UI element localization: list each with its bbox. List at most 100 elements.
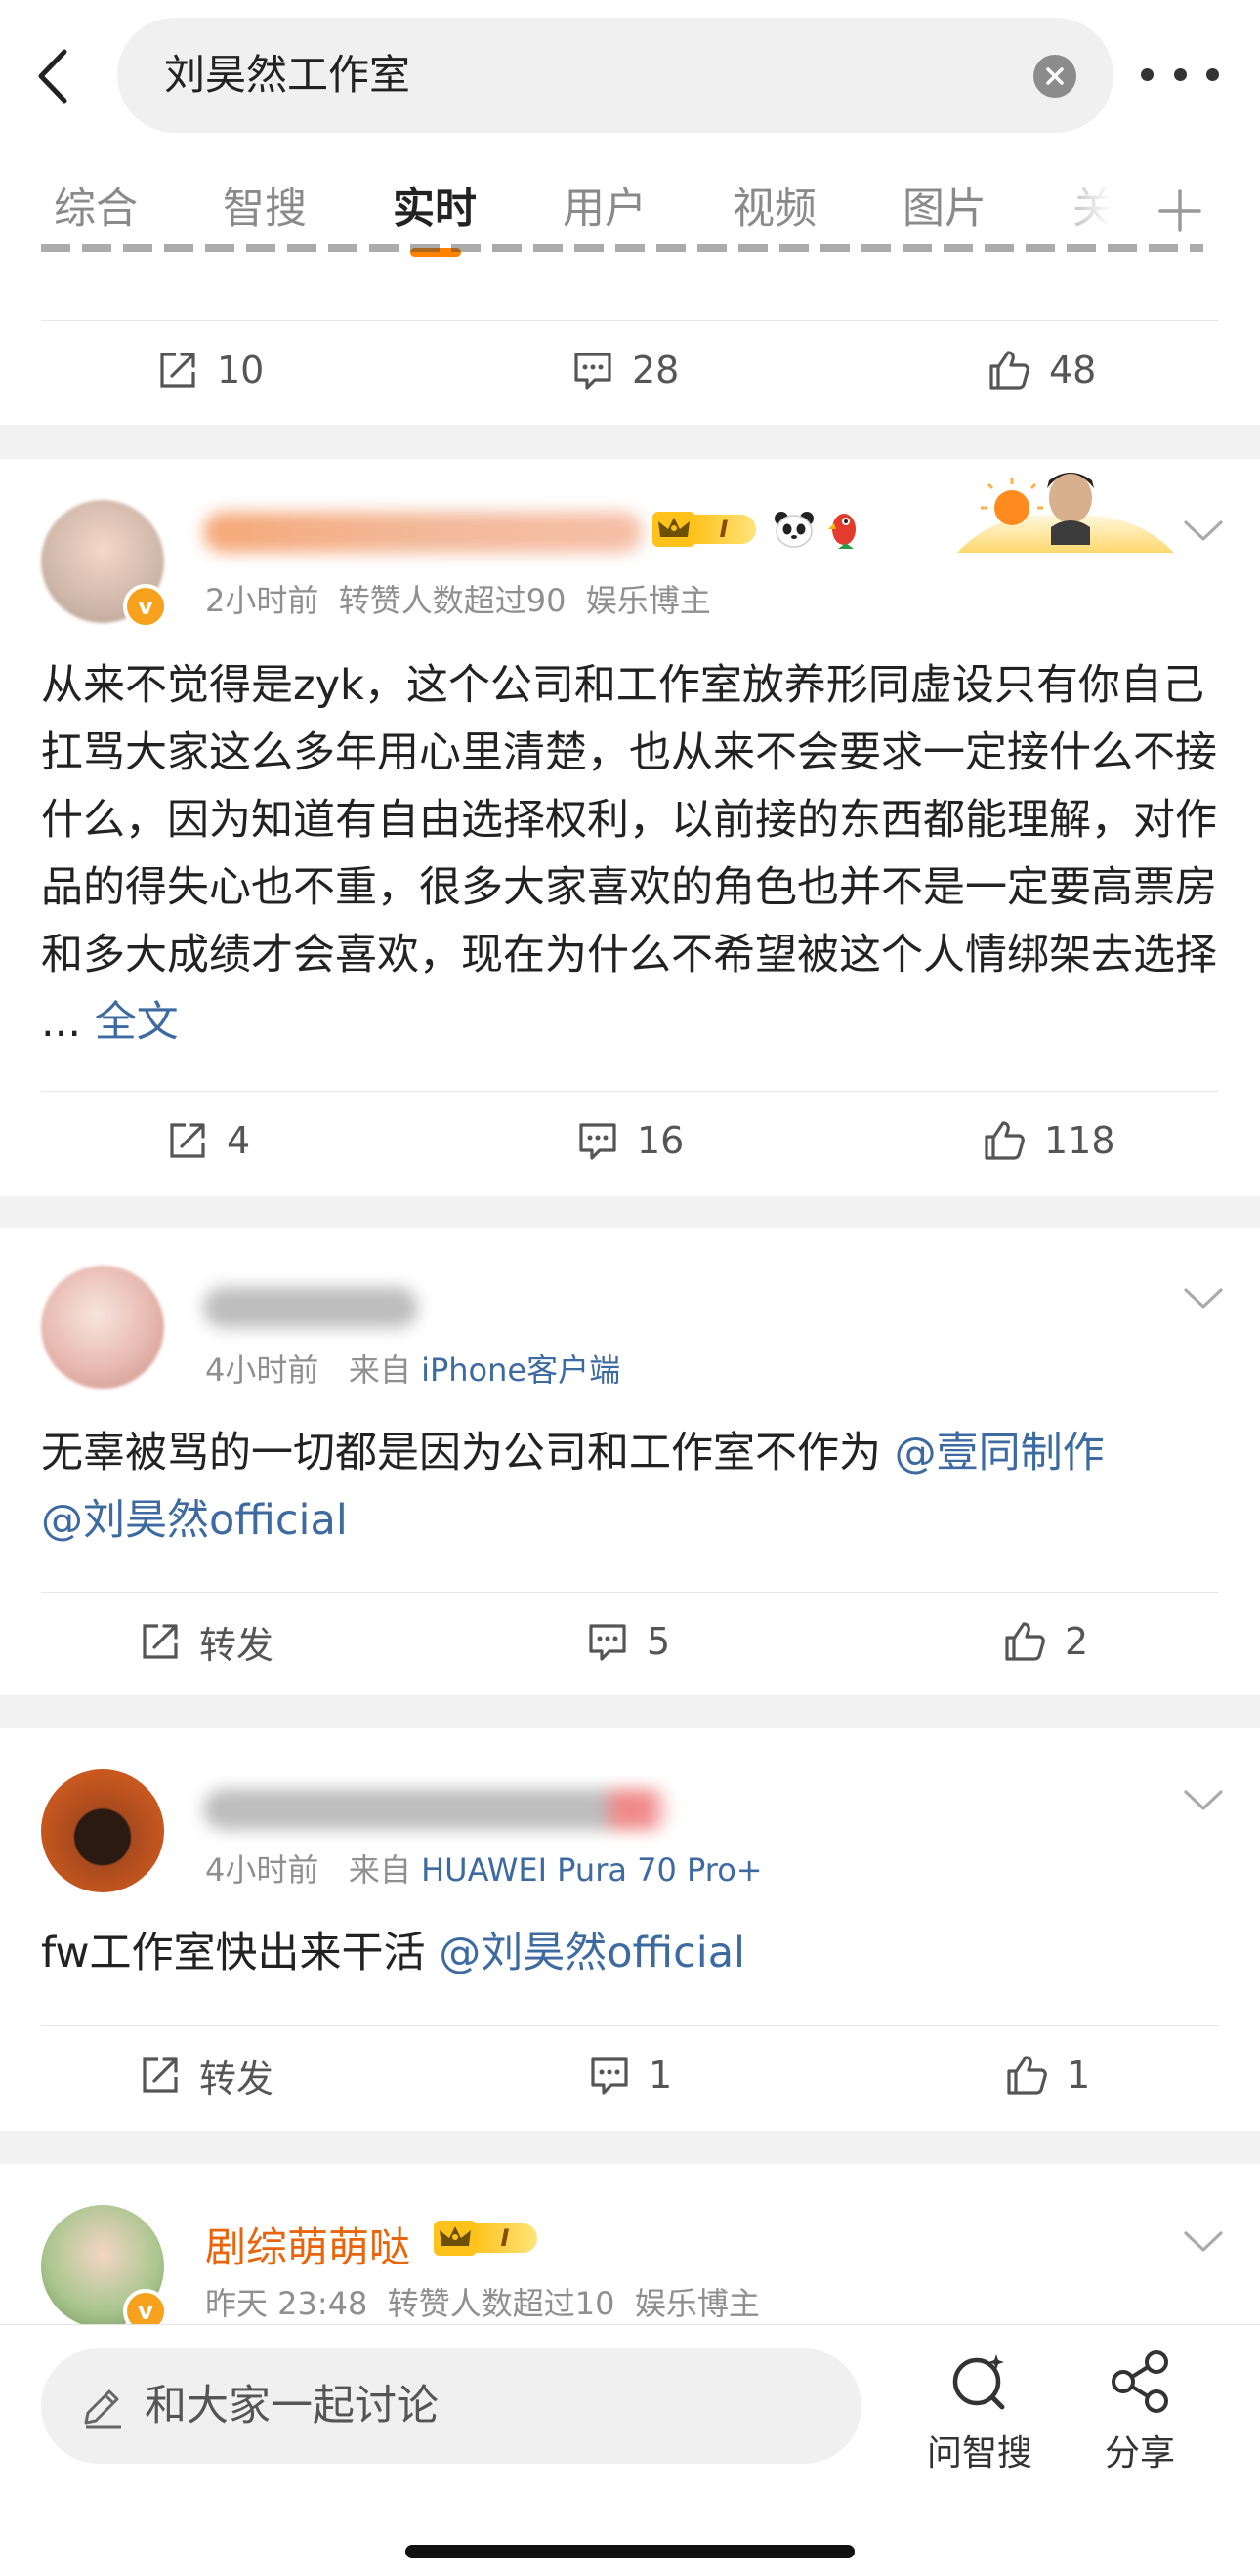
- chevron-down-icon: [1184, 1790, 1223, 1810]
- post-menu-button[interactable]: [1182, 518, 1225, 545]
- repost-label: 转发: [199, 2057, 274, 2100]
- more-button[interactable]: [1141, 55, 1219, 94]
- repost-icon: [143, 2057, 178, 2093]
- like-button[interactable]: 1: [1004, 2021, 1090, 2129]
- thumbs-up-icon: [1005, 1622, 1045, 1661]
- add-tab-button[interactable]: [1153, 184, 1207, 238]
- like-count: 118: [1044, 1119, 1115, 1162]
- post-time: 4小时前: [205, 1851, 319, 1889]
- tab-smart-search[interactable]: 智搜: [223, 180, 307, 238]
- like-button[interactable]: 48: [987, 316, 1096, 424]
- post-source[interactable]: HUAWEI Pura 70 Pro+: [421, 1851, 763, 1889]
- post-source[interactable]: iPhone客户端: [421, 1351, 620, 1389]
- post-actions: 转发 1 1: [0, 2021, 1260, 2129]
- post-menu-button[interactable]: [1182, 1285, 1225, 1312]
- tab-realtime[interactable]: 实时: [393, 180, 477, 238]
- blurred-username[interactable]: [203, 512, 643, 553]
- mention-link[interactable]: @壹同制作: [895, 1429, 1105, 1477]
- comment-count: 16: [637, 1119, 685, 1162]
- vip-badge: I: [652, 512, 756, 547]
- search-query[interactable]: 刘昊然工作室: [164, 18, 410, 133]
- blurred-username[interactable]: [203, 1287, 418, 1328]
- comment-icon: [574, 353, 611, 390]
- back-arrow-icon: [38, 49, 67, 104]
- tab-users[interactable]: 用户: [563, 180, 647, 238]
- comment-count: 5: [647, 1620, 671, 1663]
- discussion-placeholder: 和大家一起讨论: [145, 2382, 439, 2431]
- repost-like-info: 转赞人数超过90: [338, 582, 567, 619]
- post-menu-button[interactable]: [1182, 1787, 1225, 1814]
- parrot-icon: [824, 508, 861, 551]
- more-dot-icon: [1141, 67, 1154, 81]
- smart-search-icon: [952, 2354, 1005, 2410]
- repost-button[interactable]: 10: [156, 316, 264, 424]
- tab-videos[interactable]: 视频: [733, 180, 817, 238]
- blurred-username[interactable]: [203, 1789, 672, 1830]
- mention-link[interactable]: @刘昊然official: [439, 1929, 745, 1977]
- chevron-down-icon: [1184, 2231, 1223, 2252]
- comment-button[interactable]: 1: [588, 2021, 672, 2129]
- post-menu-button[interactable]: [1182, 2228, 1225, 2256]
- home-indicator[interactable]: [405, 2545, 855, 2558]
- post-meta: 昨天 23:48 转赞人数超过10 娱乐博主: [205, 2279, 760, 2324]
- post-text: 从来不觉得是zyk，这个公司和工作室放养形同虚设只有你自己扛骂大家这么多年用心里…: [41, 661, 1217, 1047]
- post-time: 昨天 23:48: [205, 2285, 368, 2322]
- user-role: 娱乐博主: [585, 582, 711, 619]
- decorative-card-badge: [957, 459, 1174, 555]
- search-box[interactable]: 刘昊然工作室: [117, 18, 1113, 133]
- post-time: 2小时前: [205, 582, 319, 619]
- bottom-bar: 和大家一起讨论 问智搜 分享: [0, 2324, 1260, 2576]
- verified-badge: v: [123, 584, 168, 629]
- pencil-icon: [84, 2389, 121, 2429]
- top-bar: 刘昊然工作室: [0, 0, 1260, 156]
- avatar[interactable]: [41, 1266, 164, 1389]
- comment-icon: [589, 1624, 626, 1661]
- tab-images[interactable]: 图片: [903, 180, 987, 238]
- comment-icon: [591, 2057, 628, 2095]
- post-actions: 转发 5 2: [0, 1588, 1260, 1695]
- comment-count: 1: [649, 2054, 673, 2097]
- like-count: 2: [1065, 1620, 1089, 1663]
- mention-link[interactable]: @刘昊然official: [41, 1496, 348, 1545]
- like-count: 48: [1049, 349, 1097, 392]
- repost-count: 10: [217, 349, 265, 392]
- post-card: v 剧综萌萌哒 I 昨天 23:48 转赞人数超过10 娱乐博主: [0, 2164, 1260, 2324]
- tab-comprehensive[interactable]: 综合: [54, 180, 138, 238]
- panda-icon: [772, 510, 817, 549]
- comment-button[interactable]: 5: [586, 1588, 670, 1695]
- repost-button[interactable]: 转发: [139, 2021, 273, 2129]
- avatar[interactable]: [41, 1769, 164, 1892]
- expand-full-text-link[interactable]: 全文: [95, 998, 179, 1047]
- ask-smart-search-button[interactable]: 问智搜: [916, 2347, 1043, 2475]
- repost-icon: [143, 1624, 178, 1659]
- repost-icon: [170, 1123, 205, 1158]
- user-role: 娱乐博主: [634, 2285, 760, 2322]
- repost-button[interactable]: 转发: [139, 1588, 273, 1695]
- comment-icon: [579, 1123, 616, 1160]
- comment-count: 28: [632, 349, 680, 392]
- repost-button[interactable]: 4: [166, 1087, 250, 1194]
- post-meta: 2小时前 转赞人数超过90 娱乐博主: [205, 576, 711, 621]
- thumbs-up-icon: [985, 1121, 1025, 1160]
- vip-badge: I: [434, 2221, 537, 2256]
- repost-count: 4: [227, 1119, 251, 1162]
- post-card: 4小时前 来自 HUAWEI Pura 70 Pro+ fw工作室快出来干活 @…: [0, 1728, 1260, 2131]
- like-button[interactable]: 118: [982, 1087, 1115, 1194]
- share-button[interactable]: 分享: [1076, 2347, 1203, 2475]
- post-card: 4小时前 来自 iPhone客户端 无辜被骂的一切都是因为公司和工作室不作为 @…: [0, 1228, 1260, 1695]
- plus-icon: [1158, 189, 1201, 232]
- post-meta: 4小时前 来自 HUAWEI Pura 70 Pro+: [205, 1851, 763, 1889]
- post-actions: 4 16 118: [0, 1087, 1260, 1194]
- comment-button[interactable]: 28: [571, 316, 679, 424]
- thumbs-up-icon: [989, 351, 1029, 390]
- comment-button[interactable]: 16: [576, 1087, 684, 1194]
- username[interactable]: 剧综萌萌哒: [205, 2215, 410, 2274]
- back-button[interactable]: [21, 35, 84, 117]
- clear-search-button[interactable]: [1033, 55, 1076, 98]
- discussion-input[interactable]: 和大家一起讨论: [41, 2348, 861, 2464]
- post-actions: 10 28 48: [0, 316, 1260, 424]
- share-icon: [1112, 2350, 1168, 2413]
- like-button[interactable]: 2: [1002, 1588, 1088, 1695]
- post-text: fw工作室快出来干活 @刘昊然official: [41, 1929, 745, 1977]
- chevron-down-icon: [1184, 1288, 1223, 1309]
